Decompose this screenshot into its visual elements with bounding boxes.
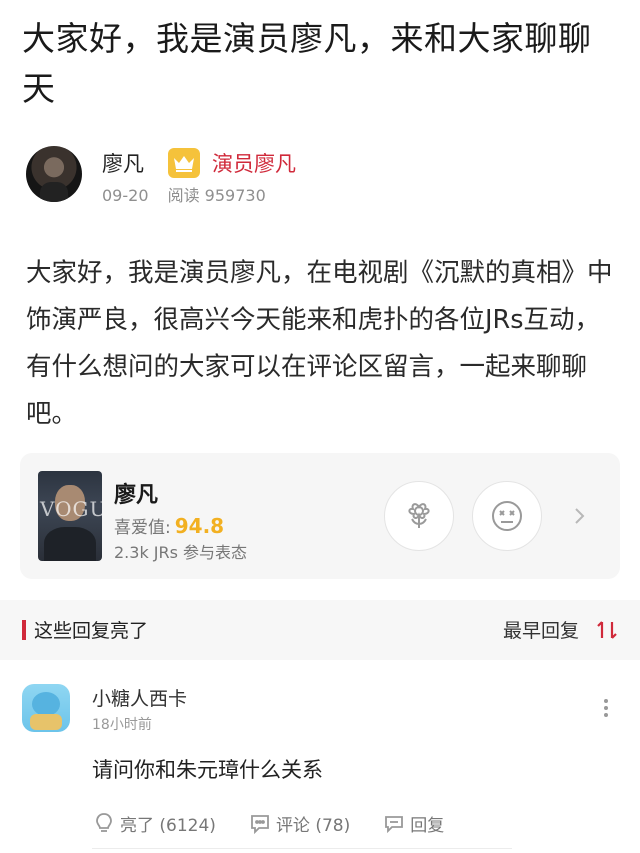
read-count: 阅读 959730 [167,186,266,205]
photo-backdrop-text: VOGUE [40,497,102,521]
actor-name: 廖凡 [114,483,159,508]
votes-count: 2.3k JRs 参与表态 [114,543,248,562]
reply-label: 回复 [410,815,445,836]
like-value-line: 喜爱值: 94.8 [114,513,224,538]
actor-photo: VOGUE [38,471,102,561]
likes-count: 亮了 (6124) [120,815,216,836]
more-options-icon[interactable] [600,696,612,720]
replies-count: 评论 (78) [275,815,351,836]
comment-bubble-icon [251,815,269,835]
flower-vote-button[interactable] [384,481,454,551]
commenter-name[interactable]: 小糖人西卡 [92,684,187,711]
divider [92,848,512,849]
reply-icon [385,816,404,834]
comment-actions: 亮了 (6124) 评论 (78) 回复 [92,810,476,836]
commenter-avatar[interactable] [22,684,70,732]
flower-icon [408,503,430,528]
dizzy-face-icon [492,501,522,531]
post-date: 09-20 [102,186,149,205]
comment-item: 小糖人西卡 18小时前 请问你和朱元璋什么关系 亮了 (6124) 评论 (78… [0,660,640,853]
lightbulb-icon [96,813,112,832]
comments-header: 这些回复亮了 最早回复 [0,600,640,660]
comment-time: 18小时前 [92,717,152,733]
light-up-button[interactable]: 亮了 (6124) [92,811,216,836]
author-row: 廖凡 演员廖凡 09-20 阅读 959730 [26,146,616,206]
verified-title: 演员廖凡 [212,152,296,176]
post-title: 大家好，我是演员廖凡，来和大家聊聊天 [22,19,592,108]
section-accent-bar [22,620,26,640]
post-meta: 09-20 阅读 959730 [102,182,280,206]
reply-button[interactable]: 回复 [382,811,444,836]
comment-text: 请问你和朱元璋什么关系 [92,758,323,782]
like-score: 94.8 [174,514,225,538]
like-label: 喜爱值: [114,518,171,538]
rating-card[interactable]: VOGUE 廖凡 喜爱值:94.8 2.3k JRs 参与表态 [20,453,620,579]
post-body: 大家好，我是演员廖凡，在电视剧《沉默的真相》中饰演严良，很高兴今天能来和虎扑的各… [26,258,613,429]
author-avatar[interactable] [26,146,82,202]
author-name[interactable]: 廖凡 [102,148,144,178]
sort-arrows-icon[interactable] [596,618,618,642]
chevron-right-icon[interactable] [570,501,590,531]
crown-icon [168,148,200,178]
comment-count-button[interactable]: 评论 (78) [248,811,350,836]
sort-button[interactable]: 最早回复 [503,616,579,643]
section-title: 这些回复亮了 [34,620,149,642]
dizzy-vote-button[interactable] [472,481,542,551]
